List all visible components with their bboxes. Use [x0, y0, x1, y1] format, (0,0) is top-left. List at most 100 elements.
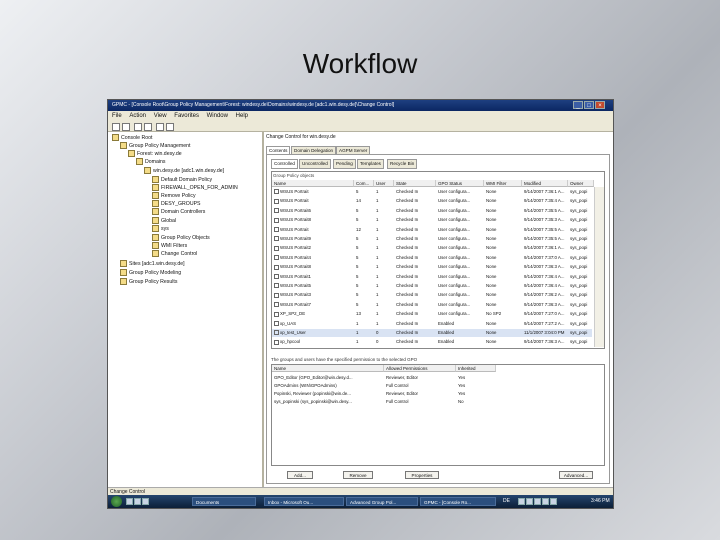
table-row[interactable]: WSUS Portrait 14 1 Checked In User configura… [272, 197, 592, 205]
permission-row[interactable]: Popinski, Reviewer (popinski@win.de... Re… [272, 390, 602, 397]
column-header[interactable]: GPO Status [436, 180, 484, 187]
taskbar-agpm[interactable]: Advanced Group Pol... [346, 497, 418, 506]
subtab-controlled[interactable]: Controlled [271, 159, 298, 169]
tree-item[interactable]: Group Policy Modeling [120, 269, 181, 277]
table-cell: User configura... [438, 301, 471, 307]
table-cell: None [486, 273, 497, 279]
taskbar-gpmc[interactable]: GPMC - [Console Ro... [420, 497, 496, 506]
tree-item[interactable]: Forest: win.desy.de [128, 150, 182, 158]
table-row[interactable]: WSUS Portrait9 5 1 Checked In User configura… [272, 235, 592, 243]
tree-item-label: win.desy.de [adc1.win.desy.de] [153, 168, 225, 174]
table-row[interactable]: WSUS Portrait 12 1 Checked In User configura… [272, 226, 592, 234]
table-row[interactable]: WSUS Portrait3 5 1 Checked In User configura… [272, 291, 592, 299]
tree-item[interactable]: Remove Policy [152, 192, 196, 200]
table-row[interactable]: WSUS Portrait7 5 1 Checked In User configura… [272, 301, 592, 309]
column-header[interactable]: Inherited [456, 365, 496, 372]
table-row[interactable]: WSUS Portrait2 5 1 Checked In User configura… [272, 244, 592, 252]
tree-item[interactable]: Group Policy Management [120, 142, 190, 150]
table-row[interactable]: WSUS Portrait6 5 1 Checked In User configura… [272, 207, 592, 215]
column-header[interactable]: WMI Filter [484, 180, 522, 187]
tree-item[interactable]: Group Policy Objects [152, 234, 210, 242]
tray-power-icon[interactable] [550, 498, 557, 505]
table-row[interactable]: WSUS Portrait8 5 1 Checked In User configura… [272, 216, 592, 224]
menu-help[interactable]: Help [236, 111, 248, 121]
tray-update-icon[interactable] [542, 498, 549, 505]
table-cell: 9/14/2007 7:35:5 A... [524, 236, 565, 241]
tree-item[interactable]: DESY_GROUPS [152, 200, 201, 208]
table-row[interactable]: xp_test_User 1 0 Checked In Enabled None 11/1/… [272, 329, 592, 337]
column-header[interactable]: User [374, 180, 394, 187]
tree-item[interactable]: Console Root [112, 134, 152, 142]
tree-item[interactable]: Global [152, 217, 176, 225]
table-cell: XP_SP2_DE [272, 310, 354, 317]
column-header[interactable]: Allowed Permissions [384, 365, 456, 372]
tree-item[interactable]: sys [152, 225, 169, 233]
advanced-button[interactable]: Advanced... [559, 471, 593, 479]
tree-item[interactable]: Change Control [152, 250, 197, 258]
quicklaunch-desktop-icon[interactable] [126, 498, 133, 505]
subtab-templates[interactable]: Templates [357, 159, 384, 169]
taskbar-documents[interactable]: Documents [192, 497, 256, 506]
menu-window[interactable]: Window [207, 111, 228, 121]
permission-row[interactable]: GPO_Editor (GPO_Editor@win.desy.d... Revi… [272, 374, 602, 381]
properties-button[interactable]: Properties [405, 471, 439, 479]
minimize-button[interactable]: _ [573, 101, 583, 109]
back-icon[interactable] [112, 123, 120, 131]
column-header[interactable]: State [394, 180, 436, 187]
maximize-button[interactable]: □ [584, 101, 594, 109]
subtab-pending[interactable]: Pending [333, 159, 356, 169]
vertical-scrollbar[interactable] [594, 187, 604, 347]
close-button[interactable]: × [595, 101, 605, 109]
add-button[interactable]: Add... [287, 471, 313, 479]
forward-icon[interactable] [122, 123, 130, 131]
column-header[interactable]: Com... [354, 180, 374, 187]
taskbar-inbox-outlook[interactable]: Inbox - Microsoft Ou... [264, 497, 344, 506]
table-row[interactable]: WSUS Portrait4 5 1 Checked In User configura… [272, 254, 592, 262]
column-header[interactable]: Owner [568, 180, 594, 187]
table-cell: 9/14/2007 7:27:2 A... [524, 320, 565, 326]
tree-item[interactable]: Group Policy Results [120, 278, 177, 286]
tree-item[interactable]: Domain Controllers [152, 208, 205, 216]
folder-icon [152, 234, 159, 242]
tree-item[interactable]: Sites [adc1.win.desy.de] [120, 260, 185, 268]
table-cell: 1 [376, 254, 379, 260]
start-button[interactable] [111, 496, 122, 507]
permission-row[interactable]: GPOAdmins (WIN\GPOAdmins) Full Control Yes [272, 382, 602, 389]
table-row[interactable]: WSUS Portrait8 5 1 Checked In User configura… [272, 263, 592, 271]
language-indicator[interactable]: DE [503, 495, 510, 508]
menu-favorites[interactable]: Favorites [174, 111, 199, 121]
table-cell: Checked In [396, 273, 419, 279]
tree-item[interactable]: Domains [136, 158, 165, 166]
refresh-icon[interactable] [156, 123, 164, 131]
tree-item-label: Group Policy Management [129, 143, 191, 149]
table-row[interactable]: WSUS Portrait 5 1 Checked In User configura.… [272, 188, 592, 196]
table-row[interactable]: WSUS Portrait5 5 1 Checked In User configura… [272, 282, 592, 290]
subtab-uncontrolled[interactable]: Uncontrolled [299, 159, 331, 169]
menu-view[interactable]: View [154, 111, 167, 121]
table-row[interactable]: xp_UAS 1 1 Checked In Enabled None 9/14/2007 7… [272, 320, 592, 328]
column-header[interactable]: Name [272, 180, 354, 187]
table-row[interactable]: XP_SP2_DE 13 1 Checked In User configura... N… [272, 310, 592, 318]
quicklaunch-explorer-icon[interactable] [134, 498, 141, 505]
tray-security-icon[interactable] [534, 498, 541, 505]
tree-item[interactable]: Default Domain Policy [152, 176, 212, 184]
subtab-recycle-bin[interactable]: Recycle Bin [387, 159, 418, 169]
up-icon[interactable] [134, 123, 142, 131]
tray-volume-icon[interactable] [526, 498, 533, 505]
column-header[interactable]: Name [272, 365, 384, 372]
column-header[interactable]: Modified [522, 180, 568, 187]
permission-row[interactable]: sys_popinski (sys_popinski@win.desy... Fu… [272, 398, 602, 405]
help-icon[interactable] [166, 123, 174, 131]
remove-button[interactable]: Remove [343, 471, 373, 479]
tree-item[interactable]: win.desy.de [adc1.win.desy.de] [144, 167, 224, 175]
table-row[interactable]: WSUS Portrait1 5 1 Checked In User configura… [272, 273, 592, 281]
table-row[interactable]: xp_hpcool 1 0 Checked In Enabled None 9/14/200… [272, 338, 592, 346]
menu-action[interactable]: Action [129, 111, 146, 121]
menu-file[interactable]: File [112, 111, 122, 121]
tree-item[interactable]: WMI Filters [152, 242, 187, 250]
folder-icon [152, 208, 159, 216]
tray-network-icon[interactable] [518, 498, 525, 505]
show-hide-tree-icon[interactable] [144, 123, 152, 131]
tree-item[interactable]: FIREWALL_OPEN_FOR_ADMIN [152, 184, 238, 192]
quicklaunch-browser-icon[interactable] [142, 498, 149, 505]
